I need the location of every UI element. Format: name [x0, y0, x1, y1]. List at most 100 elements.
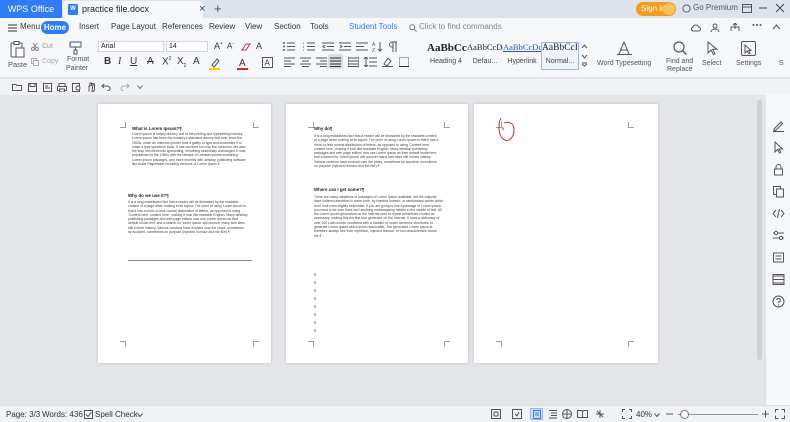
cut-button[interactable]: Cut — [42, 43, 53, 50]
new-tab-button[interactable]: + — [214, 1, 222, 16]
zoom-out-icon[interactable] — [665, 409, 674, 419]
tab-page-layout[interactable]: Page Layout — [111, 22, 156, 31]
spell-check-chevron-icon[interactable] — [137, 413, 143, 417]
share-icon[interactable] — [730, 23, 740, 32]
show-marks-icon[interactable] — [388, 41, 398, 52]
wps-office-tab[interactable]: WPS Office — [0, 0, 62, 18]
select-button[interactable]: Select — [702, 60, 721, 67]
word-typesetting-icon[interactable] — [617, 41, 632, 55]
tab-home[interactable]: Home — [41, 21, 69, 34]
text-box-icon[interactable] — [772, 251, 785, 264]
format-painter-label-1[interactable]: Format — [67, 56, 89, 63]
shading-icon[interactable] — [382, 57, 393, 67]
tab-insert[interactable]: Insert — [79, 22, 99, 31]
spell-check-icon[interactable] — [84, 410, 93, 419]
menu-button[interactable]: Menu — [20, 22, 40, 31]
increase-indent-icon[interactable] — [339, 42, 351, 51]
word-count[interactable]: Words: 436 — [42, 410, 83, 419]
export-pdf-icon[interactable] — [43, 83, 52, 92]
document-page-3[interactable]: ¶ — [474, 104, 658, 363]
zoom-level[interactable]: 40% — [636, 410, 652, 419]
text-effects-icon[interactable]: A — [256, 41, 262, 51]
tab-student-tools[interactable]: Student Tools — [349, 22, 397, 31]
layout-icon[interactable] — [742, 4, 752, 13]
print-preview-icon[interactable] — [72, 83, 82, 92]
sort-icon[interactable]: AZ — [372, 41, 384, 52]
redo-icon[interactable] — [120, 83, 130, 91]
document-tab[interactable]: W practice file.docx × — [63, 1, 205, 18]
paste-icon[interactable] — [9, 41, 25, 58]
print-icon[interactable] — [57, 83, 67, 92]
sign-in-button[interactable]: Sign in — [636, 2, 676, 16]
collaborate-icon[interactable] — [710, 23, 720, 32]
outline-view-icon[interactable] — [548, 409, 558, 419]
styles-more-icon[interactable] — [581, 43, 588, 67]
read-mode-icon[interactable] — [577, 409, 588, 419]
numbering-icon[interactable] — [303, 42, 317, 51]
format-painter-label-2[interactable]: Painter — [66, 65, 88, 72]
cut-icon[interactable] — [31, 43, 39, 51]
tab-review[interactable]: Review — [209, 22, 235, 31]
help-icon[interactable] — [772, 295, 785, 308]
style-normal[interactable]: AaBbCcI Normal... — [541, 42, 579, 70]
layers-icon[interactable] — [772, 273, 785, 286]
find-replace-label-1[interactable]: Find and — [666, 58, 693, 65]
minimize-icon[interactable] — [758, 3, 768, 13]
justify-button[interactable] — [328, 54, 343, 69]
spell-check-button[interactable]: Spell Check — [95, 410, 138, 419]
document-page-1[interactable]: What is Lorem Ipsum?¶ Lorem Ipsum is sim… — [98, 104, 271, 363]
eye-protection-icon[interactable] — [595, 409, 605, 419]
tab-tools[interactable]: Tools — [310, 22, 329, 31]
text-shading-icon[interactable]: A — [193, 56, 200, 67]
superscript-icon[interactable]: X2 — [162, 56, 171, 67]
line-spacing-icon[interactable] — [364, 57, 377, 67]
paste-button[interactable]: Paste — [8, 60, 27, 69]
bullets-icon[interactable] — [283, 42, 297, 51]
close-tab-icon[interactable]: × — [199, 3, 205, 15]
tab-view[interactable]: View — [245, 22, 262, 31]
increase-font-icon[interactable]: A+ — [214, 41, 223, 51]
document-page-2[interactable]: Why do¶ It is a long established fact th… — [286, 104, 468, 363]
decrease-font-icon[interactable]: A- — [227, 41, 234, 51]
cloud-icon[interactable] — [690, 23, 701, 32]
style-default[interactable]: AaBbCcDd Defau... — [467, 42, 503, 70]
font-size-select[interactable]: 14 — [166, 41, 208, 52]
fullscreen-icon[interactable] — [775, 409, 785, 419]
subscript-icon[interactable]: X2 — [177, 56, 186, 69]
italic-icon[interactable]: I — [118, 56, 121, 67]
zoom-slider-track[interactable] — [678, 414, 758, 415]
select-pointer-icon[interactable] — [772, 141, 785, 154]
borders-icon[interactable] — [399, 57, 409, 67]
chinese-layout-icon[interactable] — [356, 42, 368, 51]
page-count[interactable]: Page: 3/3 — [6, 410, 40, 419]
align-left-icon[interactable] — [284, 57, 295, 67]
close-window-icon[interactable] — [775, 3, 785, 13]
focus-mode-icon[interactable] — [491, 409, 501, 419]
word-typesetting-button[interactable]: Word Typesetting — [597, 60, 651, 67]
find-replace-label-2[interactable]: Replace — [667, 66, 693, 73]
style-heading4[interactable]: AaBbCc Heading 4 — [427, 42, 467, 70]
hand-tool-icon[interactable] — [87, 82, 96, 92]
tab-references[interactable]: References — [162, 22, 203, 31]
undo-icon[interactable] — [101, 83, 111, 91]
page-view-button[interactable] — [530, 408, 543, 420]
underline-icon[interactable]: U — [130, 56, 137, 67]
collapse-ribbon-icon[interactable] — [772, 24, 781, 30]
edit-pen-icon[interactable] — [772, 119, 785, 132]
format-painter-icon[interactable] — [69, 41, 83, 55]
go-premium-button[interactable]: Go Premium — [693, 3, 738, 12]
font-color-icon[interactable]: A — [237, 57, 249, 70]
find-replace-icon[interactable] — [673, 41, 687, 55]
find-commands-input[interactable]: Click to find commands — [419, 22, 502, 31]
fit-page-icon[interactable] — [622, 409, 632, 419]
align-center-icon[interactable] — [300, 57, 311, 67]
lock-icon[interactable] — [772, 163, 785, 176]
hamburger-icon[interactable] — [8, 24, 17, 32]
copy-button[interactable]: Copy — [42, 58, 58, 65]
copy-icon[interactable] — [31, 58, 39, 66]
zoom-slider-thumb[interactable] — [680, 410, 689, 419]
save-icon[interactable] — [28, 83, 37, 92]
decrease-indent-icon[interactable] — [322, 42, 334, 51]
clear-format-icon[interactable] — [241, 42, 252, 52]
copy-doc-icon[interactable] — [772, 185, 785, 198]
